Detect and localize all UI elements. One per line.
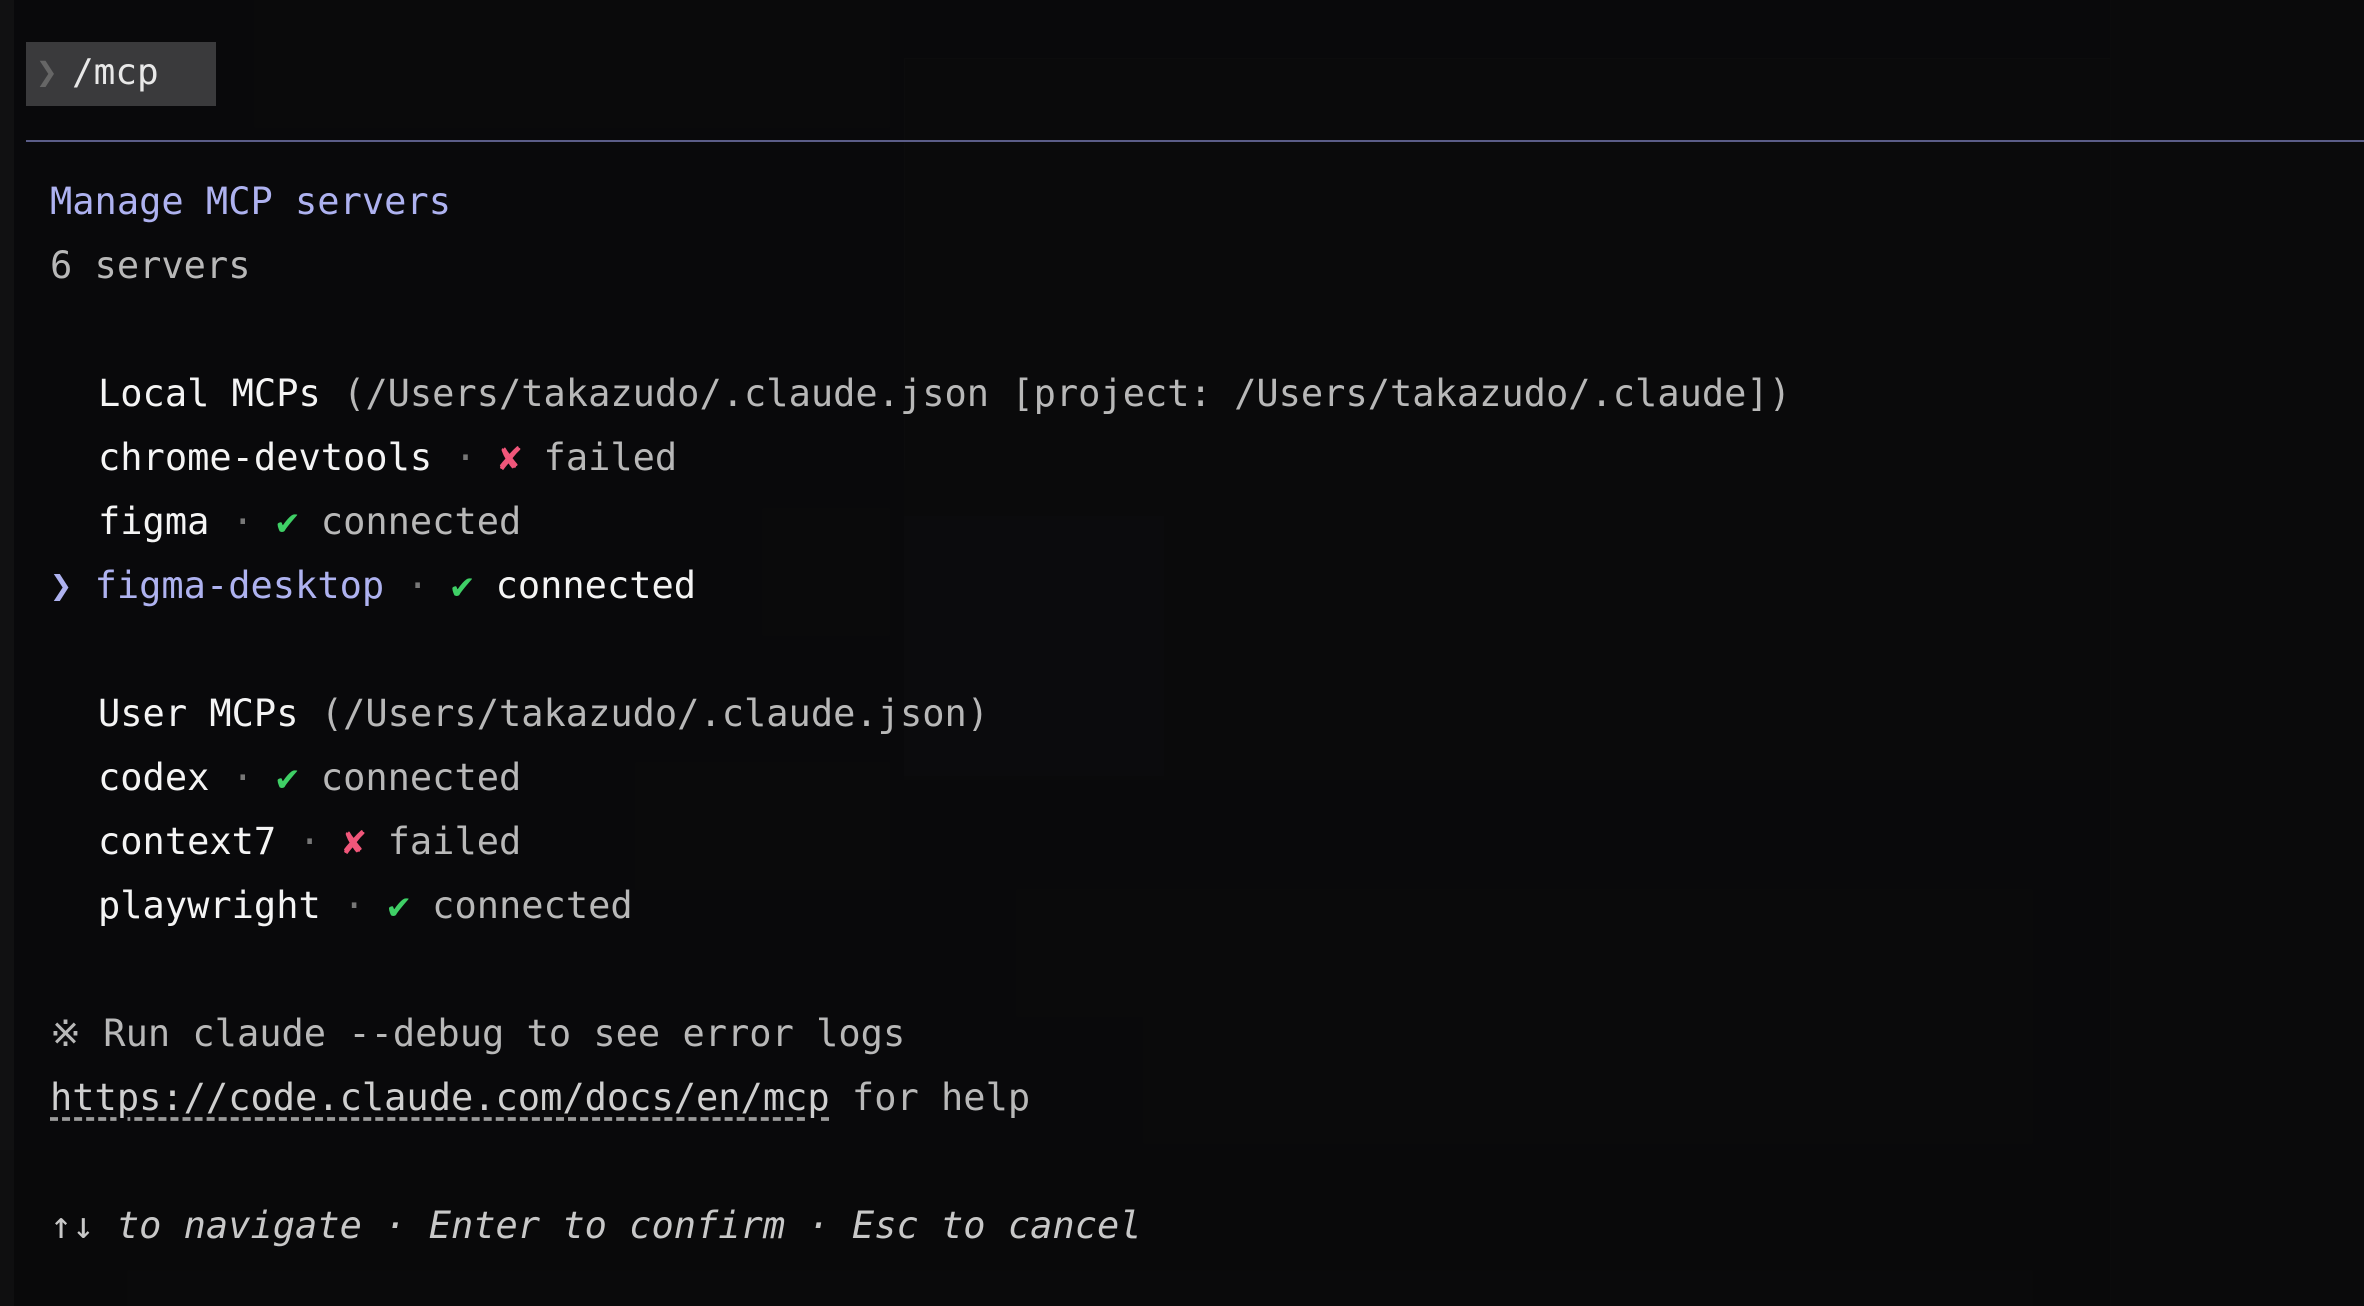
separator: ·: [406, 564, 429, 607]
separator: ·: [454, 436, 477, 479]
server-status: failed: [387, 820, 522, 863]
server-row-codex[interactable]: codex · ✔ connected: [98, 756, 521, 799]
server-status: connected: [495, 564, 697, 607]
separator: ·: [231, 756, 254, 799]
note-mark-icon: ※: [50, 1012, 82, 1055]
failed-icon: ✘: [343, 820, 366, 863]
server-status: connected: [432, 884, 633, 927]
separator: ·: [298, 820, 321, 863]
group-header-user: User MCPs (/Users/takazudo/.claude.json): [98, 692, 989, 735]
server-row-playwright[interactable]: playwright · ✔ connected: [98, 884, 633, 927]
help-line: https://code.claude.com/docs/en/mcp for …: [50, 1076, 1030, 1119]
server-count: 6 servers: [50, 244, 251, 287]
server-name: playwright: [98, 884, 321, 927]
connected-icon: ✔: [451, 564, 474, 607]
debug-note: ※ Run claude --debug to see error logs: [50, 1012, 905, 1055]
keyboard-hints: ↑↓ to navigate · Enter to confirm · Esc …: [50, 1204, 1142, 1247]
note-text: Run claude --debug to see error logs: [103, 1012, 906, 1055]
server-status: failed: [543, 436, 678, 479]
selection-chevron-icon: ❯: [50, 564, 73, 607]
group-header-local: Local MCPs (/Users/takazudo/.claude.json…: [98, 372, 1791, 415]
separator: ·: [231, 500, 254, 543]
server-name: chrome-devtools: [98, 436, 433, 479]
group-path: (/Users/takazudo/.claude.json): [320, 692, 990, 735]
connected-icon: ✔: [387, 884, 410, 927]
group-label: Local MCPs: [98, 372, 321, 415]
server-name: figma: [98, 500, 210, 543]
server-row-chrome-devtools[interactable]: chrome-devtools · ✘ failed: [98, 436, 677, 479]
server-row-context7[interactable]: context7 · ✘ failed: [98, 820, 521, 863]
server-name: figma-desktop: [94, 564, 385, 607]
docs-link[interactable]: https://code.claude.com/docs/en/mcp: [50, 1076, 830, 1119]
divider: [26, 140, 2364, 142]
server-status: connected: [320, 500, 522, 543]
prompt-icon: ❯: [36, 52, 58, 93]
connected-icon: ✔: [276, 756, 299, 799]
connected-icon: ✔: [276, 500, 299, 543]
server-row-figma[interactable]: figma · ✔ connected: [98, 500, 521, 543]
terminal-window: ❯ /mcp Manage MCP servers 6 servers Loca…: [14, 0, 2364, 1306]
failed-icon: ✘: [498, 436, 522, 479]
help-suffix: for help: [829, 1076, 1031, 1119]
separator: ·: [343, 884, 366, 927]
server-row-figma-desktop[interactable]: ❯ figma-desktop · ✔ connected: [50, 564, 696, 607]
group-path: (/Users/takazudo/.claude.json [project: …: [343, 372, 1791, 415]
server-name: codex: [98, 756, 210, 799]
group-label: User MCPs: [98, 692, 299, 735]
command-text: /mcp: [72, 52, 159, 93]
server-name: context7: [98, 820, 277, 863]
panel-title: Manage MCP servers: [50, 180, 451, 223]
server-status: connected: [320, 756, 522, 799]
